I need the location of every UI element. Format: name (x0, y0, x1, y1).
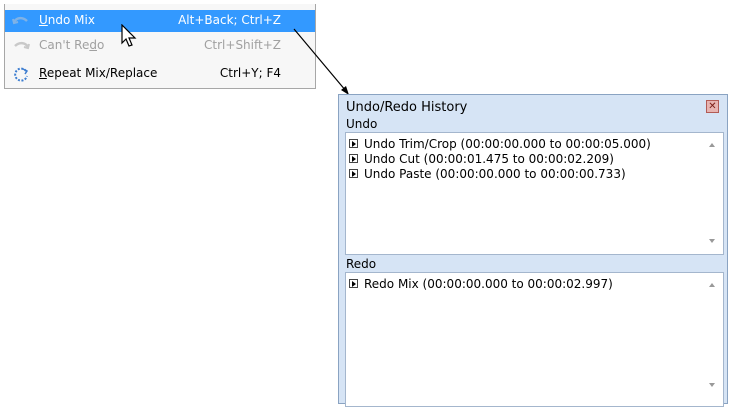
menu-item-label: Repeat Mix/Replace (39, 66, 158, 80)
expand-icon[interactable] (349, 279, 358, 288)
undo-list[interactable]: Undo Trim/Crop (00:00:00.000 to 00:00:05… (345, 132, 724, 255)
menu-item-shortcut: Ctrl+Shift+Z (204, 38, 281, 52)
window-title: Undo/Redo History (346, 100, 468, 115)
scroll-up-icon[interactable] (709, 283, 715, 287)
undo-section-label: Undo (346, 117, 378, 131)
title-bar: Undo/Redo History ✕ (339, 95, 727, 117)
list-item-label: Undo Trim/Crop (00:00:00.000 to 00:00:05… (364, 136, 651, 151)
scroll-down-icon[interactable] (709, 383, 715, 387)
menu-item-label: Can't Redo (39, 38, 105, 52)
menu-item-repeat[interactable]: Repeat Mix/Replace Ctrl+Y; F4 (5, 63, 315, 85)
undo-redo-history-window: Undo/Redo History ✕ Undo Undo Trim/Crop … (338, 94, 728, 407)
list-item[interactable]: Undo Paste (00:00:00.000 to 00:00:00.733… (349, 166, 626, 181)
menu-item-shortcut: Ctrl+Y; F4 (219, 66, 281, 80)
redo-icon (11, 38, 31, 54)
list-item[interactable]: Undo Trim/Crop (00:00:00.000 to 00:00:05… (349, 136, 651, 151)
redo-list[interactable]: Redo Mix (00:00:00.000 to 00:00:02.997) (345, 272, 724, 407)
menu-item-cant-redo: Can't Redo Ctrl+Shift+Z (5, 35, 315, 57)
menu-item-label: Undo Mix (39, 13, 95, 27)
expand-icon[interactable] (349, 139, 358, 148)
expand-icon[interactable] (349, 169, 358, 178)
scroll-up-icon[interactable] (709, 143, 715, 147)
list-item[interactable]: Redo Mix (00:00:00.000 to 00:00:02.997) (349, 276, 613, 291)
repeat-icon (11, 66, 31, 82)
redo-section-label: Redo (346, 257, 377, 271)
menu-item-undo-mix[interactable]: Undo Mix Alt+Back; Ctrl+Z (5, 10, 315, 32)
undo-icon (11, 13, 31, 29)
list-item-label: Undo Paste (00:00:00.000 to 00:00:00.733… (364, 166, 626, 181)
list-item-label: Undo Cut (00:00:01.475 to 00:00:02.209) (364, 151, 614, 166)
list-item[interactable]: Undo Cut (00:00:01.475 to 00:00:02.209) (349, 151, 614, 166)
menu-item-shortcut: Alt+Back; Ctrl+Z (178, 13, 281, 27)
mouse-cursor-icon (121, 24, 137, 47)
list-item-label: Redo Mix (00:00:00.000 to 00:00:02.997) (364, 276, 613, 291)
expand-icon[interactable] (349, 154, 358, 163)
scroll-down-icon[interactable] (709, 239, 715, 243)
close-icon[interactable]: ✕ (706, 100, 719, 113)
edit-menu: Undo Mix Alt+Back; Ctrl+Z Can't Redo Ctr… (4, 4, 316, 89)
